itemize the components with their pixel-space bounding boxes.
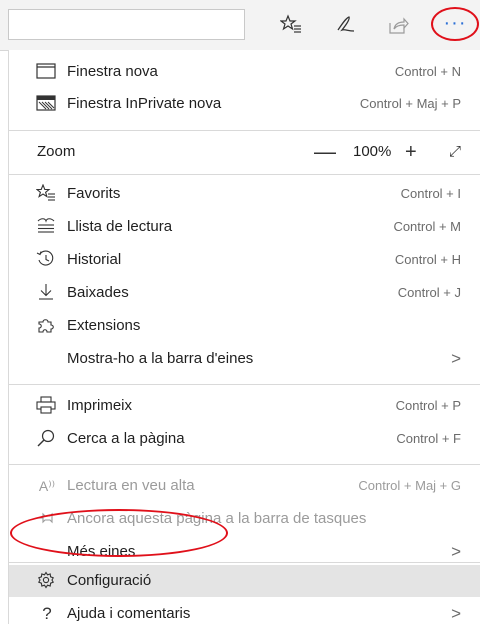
share-icon[interactable] — [387, 14, 409, 36]
browser-toolbar: ··· — [0, 0, 480, 51]
shortcut-text: Control + N — [394, 64, 461, 79]
menu-item-label: Mostra-ho a la barra d'eines — [67, 350, 254, 367]
zoom-out-button[interactable]: — — [314, 136, 336, 168]
printer-icon — [36, 396, 58, 416]
menu-item-find-on-page[interactable]: Cerca a la pàgina Control + F — [9, 423, 480, 455]
menu-item-label: Lectura en veu alta — [67, 477, 195, 494]
menu-item-reading-list[interactable]: Llista de lectura Control + M — [9, 211, 480, 243]
read-aloud-icon: A⁾⁾ — [38, 478, 56, 494]
shortcut-text: Control + H — [394, 252, 461, 267]
download-icon — [36, 283, 58, 303]
chevron-right-icon: > — [451, 604, 461, 623]
menu-divider — [9, 130, 480, 131]
shortcut-text: Control + Maj + G — [358, 478, 461, 493]
zoom-label: Zoom — [37, 143, 76, 160]
menu-item-help-feedback[interactable]: ? Ajuda i comentaris > — [9, 598, 480, 630]
menu-item-new-inprivate[interactable]: Finestra InPrivate nova Control + Maj + … — [9, 88, 480, 120]
menu-item-label: Finestra nova — [67, 63, 158, 80]
menu-item-history[interactable]: Historial Control + H — [9, 244, 480, 276]
menu-item-favorites[interactable]: Favorits Control + I — [9, 178, 480, 210]
shortcut-text: Control + M — [393, 219, 461, 234]
menu-item-label: Finestra InPrivate nova — [67, 95, 222, 112]
menu-divider — [9, 562, 480, 563]
zoom-row: Zoom — 100% + ⤢ — [9, 136, 480, 168]
menu-item-label: Baixades — [67, 284, 129, 301]
menu-item-show-in-toolbar[interactable]: Mostra-ho a la barra d'eines > — [9, 343, 480, 375]
fullscreen-expand-icon[interactable]: ⤢ — [449, 136, 461, 168]
menu-item-read-aloud: A⁾⁾ Lectura en veu alta Control + Maj + … — [9, 470, 480, 502]
menu-divider — [9, 174, 480, 175]
annotation-circle-more — [431, 7, 479, 41]
shortcut-text: Control + J — [397, 285, 461, 300]
gear-icon — [36, 571, 58, 591]
extensions-puzzle-icon — [36, 316, 58, 336]
help-question-icon: ? — [42, 604, 52, 623]
menu-item-label: Cerca a la pàgina — [67, 430, 185, 447]
shortcut-text: Control + Maj + P — [359, 96, 461, 111]
menu-divider — [9, 384, 480, 385]
reading-list-icon — [36, 217, 58, 237]
history-clock-icon — [36, 250, 58, 270]
menu-item-print[interactable]: Imprimeix Control + P — [9, 390, 480, 422]
annotation-circle-settings — [10, 509, 228, 557]
menu-item-label: Historial — [67, 251, 122, 268]
menu-item-extensions[interactable]: Extensions — [9, 310, 480, 342]
menu-item-label: Extensions — [67, 317, 141, 334]
menu-divider — [9, 464, 480, 465]
address-bar[interactable] — [8, 9, 245, 40]
shortcut-text: Control + I — [400, 186, 461, 201]
zoom-level: 100% — [353, 143, 392, 160]
search-icon — [36, 429, 58, 449]
shortcut-text: Control + F — [396, 431, 461, 446]
chevron-right-icon: > — [451, 349, 461, 368]
menu-item-label: Ajuda i comentaris — [67, 605, 191, 622]
shortcut-text: Control + P — [395, 398, 461, 413]
menu-item-settings[interactable]: Configuració — [9, 565, 480, 597]
menu-item-label: Favorits — [67, 185, 121, 202]
inprivate-window-icon — [36, 94, 58, 114]
menu-item-new-window[interactable]: Finestra nova Control + N — [9, 56, 480, 88]
window-icon — [36, 62, 58, 82]
menu-item-label: Imprimeix — [67, 397, 133, 414]
chevron-right-icon: > — [451, 542, 461, 561]
favorites-star-icon — [36, 184, 58, 204]
pen-notes-icon[interactable] — [334, 14, 356, 36]
menu-item-downloads[interactable]: Baixades Control + J — [9, 277, 480, 309]
menu-item-label: Llista de lectura — [67, 218, 173, 235]
favorites-star-icon[interactable] — [280, 14, 302, 36]
zoom-in-button[interactable]: + — [405, 136, 417, 168]
menu-item-label: Configuració — [67, 572, 152, 589]
